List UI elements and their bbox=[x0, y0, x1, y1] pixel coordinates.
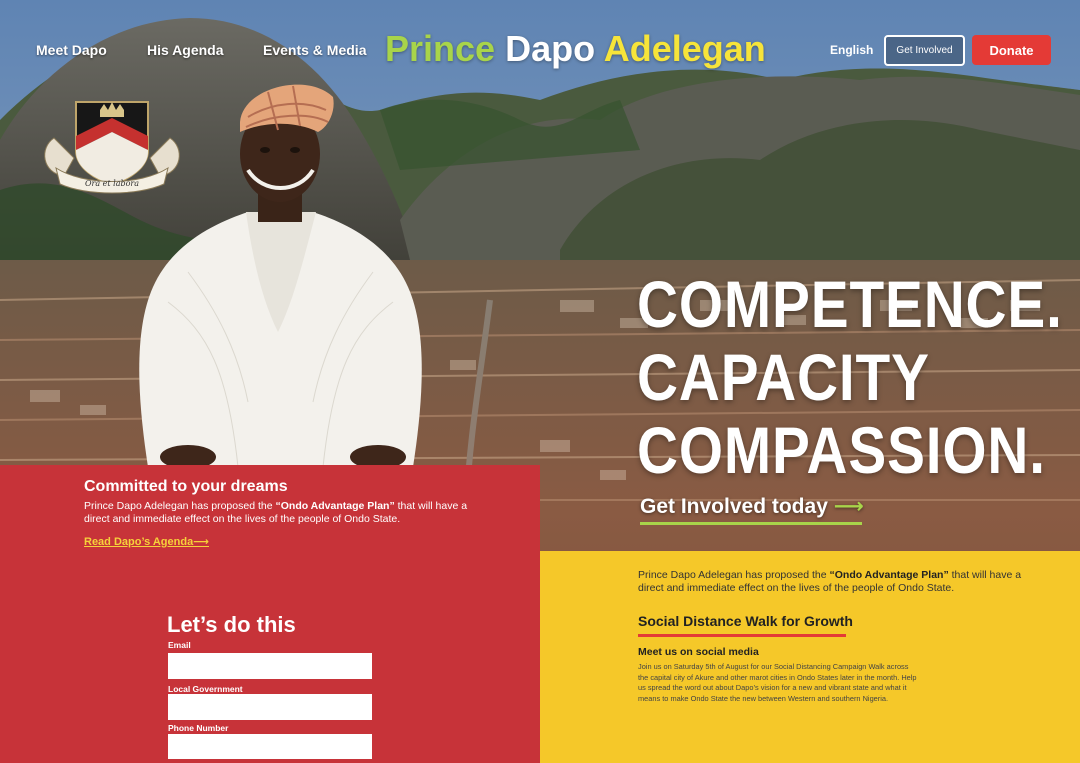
hero-headline: COMPETENCE. CAPACITY COMPASSION. bbox=[637, 268, 1063, 487]
email-field[interactable] bbox=[168, 653, 372, 679]
social-media-subheading: Meet us on social media bbox=[638, 646, 759, 658]
brand-word-dapo: Dapo bbox=[505, 28, 596, 69]
red-panel-text: Prince Dapo Adelegan has proposed the “O… bbox=[84, 500, 474, 525]
email-label: Email bbox=[168, 640, 191, 650]
red-text-before: Prince Dapo Adelegan has proposed the bbox=[84, 500, 276, 512]
red-panel-title: Committed to your dreams bbox=[84, 478, 288, 495]
nav-events-media[interactable]: Events & Media bbox=[263, 42, 366, 58]
get-involved-today-link[interactable]: Get Involved today ⟶ bbox=[640, 494, 864, 519]
yellow-text-before: Prince Dapo Adelegan has proposed the bbox=[638, 569, 830, 581]
donate-button[interactable]: Donate bbox=[972, 35, 1051, 65]
brand-word-adelegan: Adelegan bbox=[603, 28, 766, 69]
read-agenda-link[interactable]: Read Dapo’s Agenda⟶ bbox=[84, 535, 209, 548]
social-distance-walk-heading: Social Distance Walk for Growth bbox=[638, 613, 853, 629]
heading-underline bbox=[638, 634, 846, 637]
phone-number-field[interactable] bbox=[168, 734, 372, 759]
phone-number-label: Phone Number bbox=[168, 723, 229, 733]
local-government-field[interactable] bbox=[168, 694, 372, 720]
local-government-label: Local Government bbox=[168, 684, 243, 694]
get-involved-button[interactable]: Get Involved bbox=[884, 35, 965, 66]
get-involved-today-label: Get Involved today bbox=[640, 495, 828, 518]
get-involved-underline bbox=[640, 522, 862, 525]
headline-line-capacity: CAPACITY bbox=[637, 340, 930, 414]
signup-form-title: Let’s do this bbox=[167, 612, 296, 637]
nav-meet-dapo[interactable]: Meet Dapo bbox=[36, 42, 107, 58]
site-brand-title[interactable]: Prince Dapo Adelegan bbox=[385, 28, 766, 70]
arrow-right-icon: ⟶ bbox=[833, 495, 864, 518]
walk-description: Join us on Saturday 5th of August for ou… bbox=[638, 662, 917, 703]
yellow-text-bold: “Ondo Advantage Plan” bbox=[829, 569, 949, 581]
brand-word-prince: Prince bbox=[385, 28, 496, 69]
language-selector[interactable]: English bbox=[830, 43, 873, 57]
nav-his-agenda[interactable]: His Agenda bbox=[147, 42, 224, 58]
candidate-portrait bbox=[128, 72, 433, 469]
yellow-panel-text: Prince Dapo Adelegan has proposed the “O… bbox=[638, 569, 1028, 594]
red-text-bold: “Ondo Advantage Plan” bbox=[275, 500, 395, 512]
headline-line-compassion: COMPASSION. bbox=[637, 413, 1046, 487]
headline-line-competence: COMPETENCE. bbox=[637, 267, 1063, 341]
